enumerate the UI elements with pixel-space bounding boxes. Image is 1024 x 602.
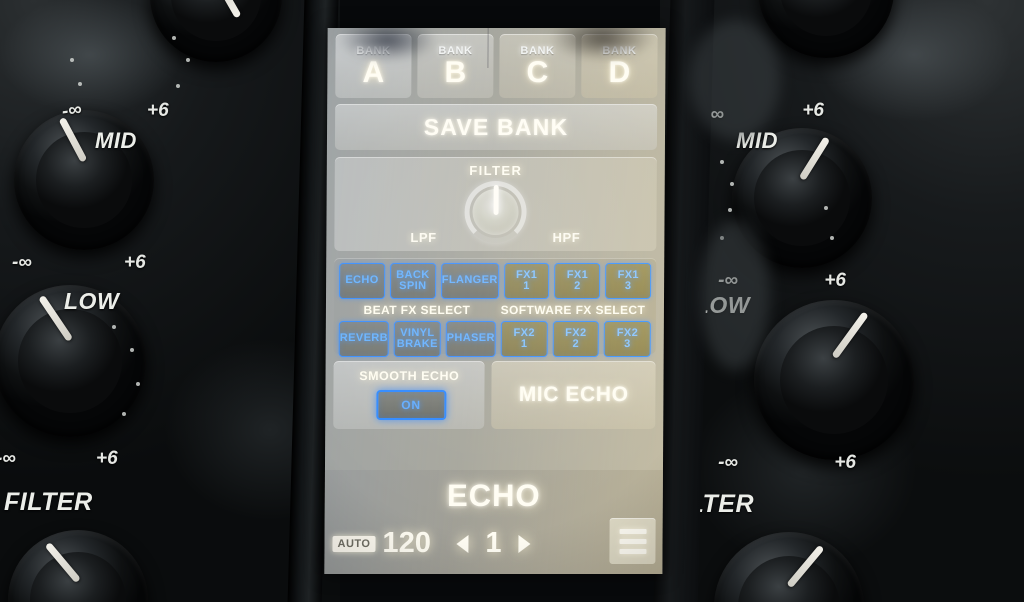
left-high-min: -∞ <box>60 98 84 123</box>
filter-title: FILTER <box>469 163 523 178</box>
left-low-max: +6 <box>96 448 118 469</box>
bank-c-letter: C <box>526 55 549 89</box>
bank-d-letter: D <box>608 55 631 89</box>
filter-knob-indicator <box>493 185 499 215</box>
beat-fx-vinylbrake-button[interactable]: VINYL BRAKE <box>393 321 441 357</box>
hamburger-bar-1 <box>619 528 647 534</box>
software-fx1-1-line2: 1 <box>523 280 530 292</box>
right-label-filter: FILTER <box>665 490 754 518</box>
left-high-max: +6 <box>147 100 169 121</box>
software-fx2-1-line2: 1 <box>520 338 528 350</box>
right-high-min: -∞ <box>704 104 724 125</box>
beat-fx-flanger-line1: FLANGER <box>441 274 498 287</box>
left-knob-filter[interactable] <box>8 530 148 602</box>
software-fx1-2-button[interactable]: FX1 2 <box>554 263 601 299</box>
right-low-max: +6 <box>834 452 856 473</box>
bank-selector-row: BANK A BANK B BANK C BANK D <box>335 34 658 98</box>
left-label-filter: FILTER <box>4 488 93 516</box>
bpm-value: 120 <box>382 527 431 559</box>
left-low-min: -∞ <box>0 448 16 469</box>
left-mixer-panel: MID -∞ +6 +6 -∞ LOW -∞ +6 FILTER <box>0 0 340 602</box>
left-label-mid: MID <box>95 128 137 153</box>
left-knob-high[interactable] <box>150 0 282 62</box>
beat-fx-backspin-line2: SPIN <box>399 280 427 292</box>
right-label-low: LOW <box>694 292 750 318</box>
fx-section-labels: BEAT FX SELECT SOFTWARE FX SELECT <box>339 299 651 321</box>
software-fx1-3-button[interactable]: FX1 3 <box>605 263 652 299</box>
left-mid-min: -∞ <box>12 252 32 273</box>
fx-row-top: ECHO BACK SPIN FLANGER FX1 1 FX1 2 FX1 3 <box>339 263 652 299</box>
software-fx2-2-button[interactable]: FX2 2 <box>552 321 600 357</box>
fx-touchscreen[interactable]: BANK A BANK B BANK C BANK D SAVE BANK FI… <box>324 28 666 574</box>
filter-module[interactable]: FILTER LPF HPF <box>334 157 657 251</box>
mic-echo-button[interactable]: MIC ECHO <box>491 361 656 429</box>
smooth-echo-panel: SMOOTH ECHO ON <box>333 361 486 429</box>
bank-b-caption: BANK <box>438 44 473 57</box>
bank-a-letter: A <box>362 55 385 89</box>
left-mid-max: +6 <box>124 252 146 273</box>
right-knob-filter[interactable] <box>714 532 864 602</box>
software-fx-select-label: SOFTWARE FX SELECT <box>500 303 646 317</box>
beat-value: 1 <box>485 527 502 559</box>
right-knob-low[interactable] <box>754 300 914 460</box>
smooth-echo-state: ON <box>401 398 421 412</box>
software-fx2-3-line2: 3 <box>624 338 631 350</box>
filter-hpf-label: HPF <box>552 230 581 245</box>
triangle-left-icon[interactable] <box>456 534 469 553</box>
bank-b-letter: B <box>444 55 467 89</box>
software-fx2-3-button[interactable]: FX2 3 <box>604 321 651 357</box>
smooth-echo-title: SMOOTH ECHO <box>359 369 460 383</box>
beat-fx-phaser-line1: PHASER <box>446 332 495 345</box>
right-mid-min: -∞ <box>718 270 738 291</box>
triangle-right-icon[interactable] <box>518 534 531 553</box>
filter-knob[interactable] <box>464 181 527 243</box>
beat-fx-phaser-button[interactable]: PHASER <box>445 321 497 357</box>
beat-fx-echo-button[interactable]: ECHO <box>339 263 386 299</box>
right-mid-max: +6 <box>824 270 846 291</box>
beat-fx-vinylbrake-line2: BRAKE <box>396 338 438 350</box>
filter-lpf-label: LPF <box>410 230 437 245</box>
software-fx1-3-line2: 3 <box>624 280 632 292</box>
mixer-photo: MID -∞ +6 +6 -∞ LOW -∞ +6 FILTER <box>0 0 1024 602</box>
hamburger-bar-2 <box>619 538 647 544</box>
fx-select-block: ECHO BACK SPIN FLANGER FX1 1 FX1 2 FX1 3… <box>333 258 657 357</box>
right-low-min: -∞ <box>718 452 738 473</box>
beat-stepper: 1 <box>456 527 531 559</box>
bank-button-c[interactable]: BANK C <box>499 34 576 98</box>
right-mixer-panel: MID -∞ +6 -∞ +6 LOW -∞ +6 FILTER <box>660 0 1024 602</box>
bank-button-a[interactable]: BANK A <box>335 34 412 98</box>
beat-fx-echo-line1: ECHO <box>345 274 379 287</box>
fx-row-bottom: REVERB VINYL BRAKE PHASER FX2 1 FX2 2 FX… <box>338 321 651 357</box>
software-fx2-1-button[interactable]: FX2 1 <box>500 321 548 357</box>
hamburger-bar-3 <box>618 548 646 554</box>
beat-fx-backspin-button[interactable]: BACK SPIN <box>389 263 436 299</box>
mic-echo-label: MIC ECHO <box>518 383 629 406</box>
right-high-max: +6 <box>802 100 824 121</box>
active-effect-name: ECHO <box>446 478 541 513</box>
bank-a-caption: BANK <box>356 44 391 57</box>
bank-button-b[interactable]: BANK B <box>417 34 494 98</box>
bank-c-caption: BANK <box>520 44 555 57</box>
status-bar: ECHO AUTO 120 1 <box>324 470 663 574</box>
beat-fx-select-label: BEAT FX SELECT <box>363 303 471 317</box>
smooth-echo-toggle[interactable]: ON <box>375 390 447 420</box>
software-fx1-2-line2: 2 <box>574 280 581 292</box>
beat-fx-reverb-button[interactable]: REVERB <box>338 321 390 357</box>
right-label-mid: MID <box>736 128 778 153</box>
save-bank-label: SAVE BANK <box>423 113 569 140</box>
bpm-group[interactable]: AUTO 120 <box>332 527 431 559</box>
beat-fx-reverb-line1: REVERB <box>339 332 389 345</box>
beat-fx-flanger-button[interactable]: FLANGER <box>440 263 499 299</box>
software-fx1-1-button[interactable]: FX1 1 <box>503 263 550 299</box>
hamburger-menu-icon[interactable] <box>609 518 656 564</box>
right-knob-high[interactable] <box>758 0 894 58</box>
bank-d-caption: BANK <box>602 44 637 57</box>
software-fx2-2-line2: 2 <box>572 338 580 350</box>
left-label-low: LOW <box>64 288 120 314</box>
save-bank-button[interactable]: SAVE BANK <box>334 104 658 150</box>
bank-button-d[interactable]: BANK D <box>581 34 658 98</box>
bpm-mode-badge[interactable]: AUTO <box>332 535 376 552</box>
smooth-mic-row: SMOOTH ECHO ON MIC ECHO <box>333 361 656 429</box>
